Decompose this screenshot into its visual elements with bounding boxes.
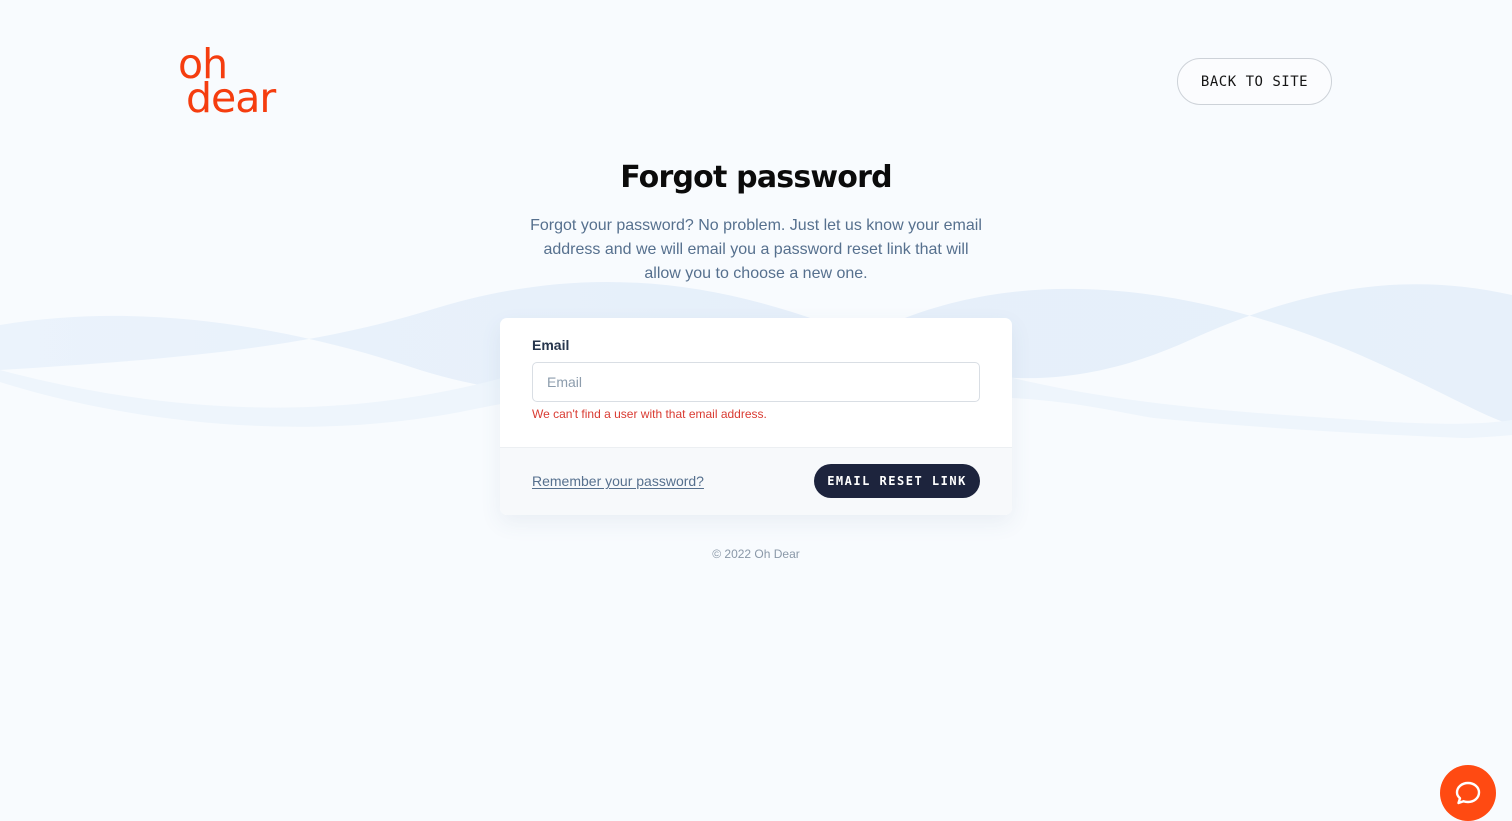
forgot-password-card: Email We can't find a user with that ema…: [500, 318, 1012, 515]
email-error-message: We can't find a user with that email add…: [532, 407, 767, 421]
copyright-text: © 2022 Oh Dear: [712, 547, 800, 561]
chat-bubble-icon: [1455, 781, 1481, 805]
remember-password-link[interactable]: Remember your password?: [532, 473, 704, 489]
email-reset-link-button[interactable]: EMAIL RESET LINK: [814, 464, 980, 498]
back-to-site-button[interactable]: BACK TO SITE: [1177, 58, 1332, 105]
chat-button[interactable]: [1440, 765, 1496, 821]
oh-dear-logo[interactable]: oh dear: [178, 44, 298, 122]
card-footer: Remember your password? EMAIL RESET LINK: [500, 447, 1012, 515]
page-description: Forgot your password? No problem. Just l…: [530, 217, 982, 282]
email-label: Email: [532, 337, 570, 353]
page-title: Forgot password: [620, 160, 892, 195]
email-input[interactable]: [532, 362, 980, 402]
logo-text-line-2: dear: [186, 74, 276, 122]
